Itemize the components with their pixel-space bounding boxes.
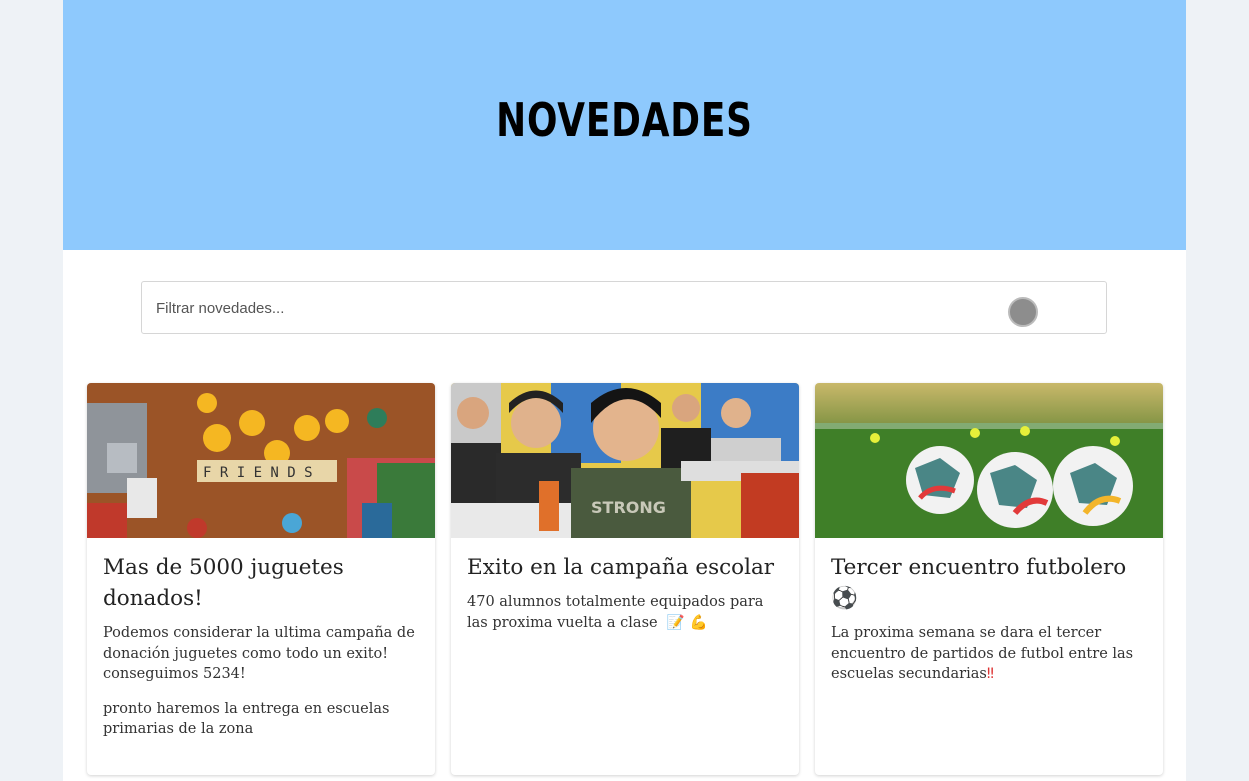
search-box	[141, 281, 1107, 335]
card-paragraph: 470 alumnos totalmente equipados para la…	[467, 594, 764, 631]
svg-text:STRONG: STRONG	[591, 498, 666, 517]
news-card[interactable]: Tercer encuentro futbolero ⚽ La proxima s…	[815, 383, 1163, 775]
news-card[interactable]: STRONG Exito en la campaña escolar 470 a…	[451, 383, 799, 775]
card-title: Tercer encuentro futbolero ⚽	[831, 555, 1127, 611]
hero-banner: NOVEDADES	[63, 0, 1186, 250]
card-title: Exito en la campaña escolar	[467, 555, 775, 580]
svg-text:F R I E N D S: F R I E N D S	[203, 465, 313, 481]
page-title: NOVEDADES	[496, 93, 753, 147]
news-card[interactable]: F R I E N D S Mas de 5000 juguetes donad…	[87, 383, 435, 775]
toys-photo: F R I E N D S	[87, 383, 435, 538]
memo-icon: 📝 💪	[666, 614, 708, 631]
soccer-balls-photo	[815, 383, 1163, 538]
card-title: Mas de 5000 juguetes donados!	[103, 555, 344, 611]
soccer-ball-icon: ⚽	[831, 586, 858, 611]
card-paragraph: pronto haremos la entrega en escuelas pr…	[103, 700, 390, 738]
classroom-photo: STRONG	[451, 383, 799, 538]
filter-input[interactable]	[154, 282, 998, 335]
loading-spinner-icon	[1008, 297, 1038, 327]
card-paragraph: La proxima semana se dara el tercer encu…	[831, 625, 1134, 682]
double-exclamation-icon: ‼	[986, 666, 994, 682]
card-paragraph: Podemos considerar la ultima campaña de …	[103, 625, 415, 682]
page: NOVEDADES F R I E	[63, 0, 1186, 781]
